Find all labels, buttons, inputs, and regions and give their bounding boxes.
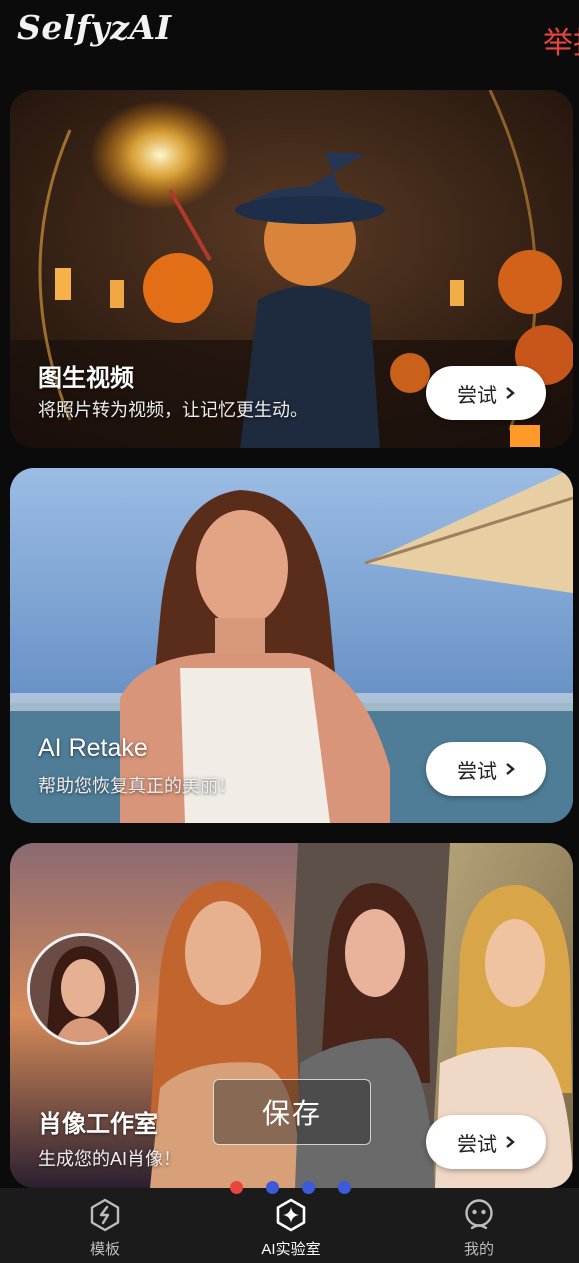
nav-label: 我的	[463, 1241, 494, 1258]
chevron-right-icon	[506, 1136, 515, 1148]
save-toast: 保存	[213, 1079, 371, 1145]
try-button[interactable]: 尝试	[426, 742, 546, 796]
page-indicator	[230, 1181, 355, 1195]
card-subtitle: 生成您的AI肖像！	[38, 1149, 182, 1169]
feature-card-ai-retake[interactable]: AI Retake 帮助您恢复真正的美丽！ 尝试	[10, 468, 573, 823]
page-indicator-dot[interactable]	[338, 1181, 351, 1194]
nav-item-ai-lab[interactable]: AI实验室	[231, 1198, 351, 1259]
try-button-label: 尝试	[457, 1133, 497, 1156]
nav-label: AI实验室	[261, 1241, 321, 1258]
chevron-right-icon	[506, 387, 515, 399]
try-button[interactable]: 尝试	[426, 1115, 546, 1169]
avatar-portrait-image	[30, 936, 136, 1042]
nav-item-profile[interactable]: 我的	[419, 1198, 539, 1259]
chevron-right-icon	[506, 763, 515, 775]
nav-item-templates[interactable]: 模板	[45, 1198, 165, 1259]
feature-card-image-to-video[interactable]: 图生视频 将照片转为视频，让记忆更生动。 尝试	[10, 90, 573, 448]
nav-label: 模板	[89, 1241, 120, 1258]
card-subtitle: 帮助您恢复真正的美丽！	[38, 776, 236, 796]
avatar	[27, 933, 139, 1045]
card-title: AI Retake	[38, 734, 148, 762]
page-indicator-dot[interactable]	[302, 1181, 315, 1194]
card-title: 图生视频	[38, 365, 134, 392]
try-button-label: 尝试	[457, 760, 497, 783]
page-indicator-dot[interactable]	[230, 1181, 243, 1194]
page-indicator-dot[interactable]	[266, 1181, 279, 1194]
try-button-label: 尝试	[457, 384, 497, 407]
bottom-nav: 模板 AI实验室 我的	[0, 1188, 579, 1263]
card-subtitle: 将照片转为视频，让记忆更生动。	[38, 400, 308, 420]
report-link[interactable]: 举报	[543, 18, 579, 62]
card-title: 肖像工作室	[38, 1111, 158, 1138]
ai-lab-icon	[276, 1198, 306, 1232]
app-header: SelfyzAI 举报	[0, 0, 579, 80]
profile-icon	[465, 1199, 493, 1230]
app-logo: SelfyzAI	[17, 8, 172, 47]
template-icon	[90, 1198, 120, 1232]
try-button[interactable]: 尝试	[426, 366, 546, 420]
